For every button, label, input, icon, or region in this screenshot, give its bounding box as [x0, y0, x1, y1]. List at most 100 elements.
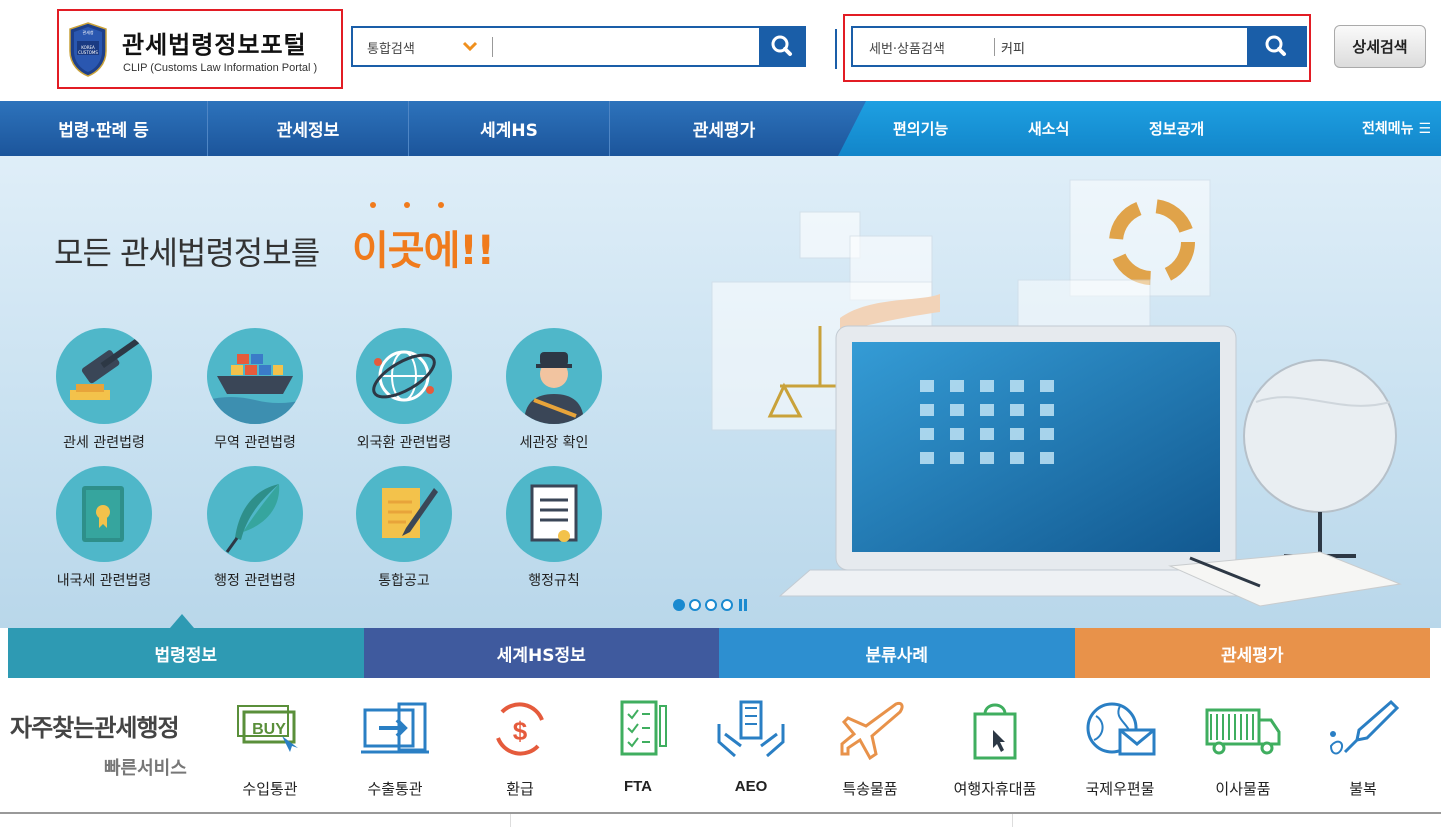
refund-icon: $ [496, 702, 544, 756]
service-forex-law[interactable]: 외국환 관련법령 [334, 328, 474, 452]
quick-label: FTA [623, 778, 653, 795]
laptop-illustration [711, 179, 1402, 607]
search-category-select[interactable]: 통합검색 [367, 38, 415, 57]
nav-sub-convenience[interactable]: 편의기능 [893, 118, 948, 139]
service-label: 세관장 확인 [519, 435, 589, 451]
service-label: 행정규칙 [528, 573, 580, 589]
integrated-search-input[interactable] [499, 36, 754, 58]
quick-import[interactable]: BUY 수입통관 [215, 696, 325, 799]
quick-label: 특송물품 [842, 780, 898, 798]
quick-express-goods[interactable]: 특송물품 [815, 696, 925, 799]
service-domestic-tax-law[interactable]: 내국세 관련법령 [34, 466, 174, 590]
service-label: 행정 관련법령 [214, 573, 296, 589]
nav-sub: 편의기능 새소식 정보공개 전체메뉴 ☰ [838, 101, 1441, 156]
notice-document-icon [356, 466, 452, 562]
quick-appeal[interactable]: 불복 [1308, 696, 1418, 799]
svg-text:관세청: 관세청 [82, 29, 93, 35]
service-customs-law[interactable]: 관세 관련법령 [34, 328, 174, 452]
quick-label: 국제우편물 [1085, 780, 1155, 798]
page: KOREA CUSTOMS 관세청 관세법령정보포털 CLIP (Customs… [0, 0, 1441, 827]
buy-icon: BUY [237, 705, 298, 752]
nav-sub-news[interactable]: 새소식 [1028, 118, 1069, 139]
service-label: 외국환 관련법령 [356, 435, 452, 451]
carousel-dot-1[interactable] [673, 599, 685, 611]
search-icon [771, 35, 792, 56]
service-label: 관세 관련법령 [63, 435, 145, 451]
hero-banner: 모든 관세법령정보를 이곳에!! 관세 관련법령 무역 관련법령 외국환 관련법… [0, 156, 1441, 628]
customs-emblem-icon: KOREA CUSTOMS 관세청 [69, 22, 107, 77]
service-label: 통합공고 [378, 573, 430, 589]
nav-item-valuation[interactable]: 관세평가 [610, 101, 838, 156]
svg-text:$: $ [513, 716, 528, 746]
header: KOREA CUSTOMS 관세청 관세법령정보포털 CLIP (Customs… [0, 0, 1441, 101]
shopping-bag-icon [973, 703, 1017, 760]
tab-law-info[interactable]: 법령정보 [8, 628, 364, 678]
nav-item-customs-info[interactable]: 관세정보 [208, 101, 409, 156]
quick-services: 자주찾는관세행정 빠른서비스 BUY 수입통관 수출통관 $ 환급 FTA AE… [0, 678, 1441, 813]
quick-intl-mail[interactable]: 국제우편물 [1065, 696, 1175, 799]
nav-item-world-hs[interactable]: 세계HS [409, 101, 610, 156]
service-label: 내국세 관련법령 [56, 573, 152, 589]
detail-search-button[interactable]: 상세검색 [1334, 25, 1426, 68]
quick-moving-goods[interactable]: 이사물품 [1188, 696, 1298, 799]
separator [994, 38, 995, 56]
rule-certificate-icon [506, 466, 602, 562]
truck-icon [1205, 708, 1281, 755]
service-admin-law[interactable]: 행정 관련법령 [185, 466, 325, 590]
chevron-down-icon[interactable] [461, 37, 479, 55]
service-integrated-notice[interactable]: 통합공고 [334, 466, 474, 590]
globe-exchange-icon [356, 328, 452, 424]
carousel-dot-3[interactable] [705, 599, 717, 611]
service-admin-rules[interactable]: 행정규칙 [484, 466, 624, 590]
quick-label: 여행자휴대품 [953, 780, 1037, 798]
service-trade-law[interactable]: 무역 관련법령 [185, 328, 325, 452]
quick-label: AEO [734, 778, 768, 795]
quick-label: 불복 [1349, 780, 1377, 798]
search-icon [1265, 35, 1286, 56]
quick-refund[interactable]: $ 환급 [465, 696, 575, 799]
airplane-icon [840, 702, 904, 761]
active-tab-pointer [170, 614, 194, 628]
gavel-icon [56, 328, 152, 424]
carousel-dot-4[interactable] [721, 599, 733, 611]
quick-export[interactable]: 수출통관 [340, 696, 450, 799]
hs-search-input[interactable] [1001, 36, 1241, 58]
svg-text:BUY: BUY [252, 721, 286, 738]
quick-subtitle: 빠른서비스 [104, 758, 187, 779]
hs-search-button[interactable] [1247, 26, 1307, 67]
all-menu-button[interactable]: 전체메뉴 ☰ [1362, 118, 1431, 138]
tab-valuation[interactable]: 관세평가 [1074, 628, 1430, 678]
service-customs-check[interactable]: 세관장 확인 [484, 328, 624, 452]
hero-accent: 이곳에!! [352, 228, 495, 274]
quick-fta[interactable]: FTA [583, 696, 693, 795]
emphasis-dots [370, 202, 444, 208]
nav-sub-disclosure[interactable]: 정보공개 [1149, 118, 1204, 139]
divider-tick [510, 814, 511, 827]
logo[interactable]: KOREA CUSTOMS 관세청 관세법령정보포털 CLIP (Customs… [57, 9, 343, 89]
global-mail-icon [1086, 702, 1156, 756]
integrated-search-bar: 통합검색 [351, 26, 806, 67]
quick-traveler-goods[interactable]: 여행자휴대품 [940, 696, 1050, 799]
separator [492, 37, 493, 57]
category-tabs: 법령정보 세계HS정보 분류사례 관세평가 [8, 628, 1430, 678]
all-menu-label: 전체메뉴 [1362, 121, 1414, 137]
hs-search-category[interactable]: 세번·상품검색 [869, 38, 945, 57]
logo-title: 관세법령정보포털 [122, 31, 307, 59]
quick-title: 자주찾는관세행정 [10, 714, 180, 742]
service-label: 무역 관련법령 [214, 435, 296, 451]
hs-product-search-bar: 세번·상품검색 [851, 26, 1307, 67]
hero-title: 모든 관세법령정보를 [54, 234, 320, 272]
quick-label: 수입통관 [242, 780, 298, 798]
tab-classification[interactable]: 분류사례 [719, 628, 1075, 678]
nav-item-laws[interactable]: 법령·판례 등 [0, 101, 208, 156]
checklist-icon [620, 700, 667, 756]
pause-icon[interactable] [739, 599, 747, 611]
nav-main: 법령·판례 등 관세정보 세계HS 관세평가 [0, 101, 838, 156]
tab-world-hs[interactable]: 세계HS정보 [363, 628, 719, 678]
carousel-dot-2[interactable] [689, 599, 701, 611]
quick-aeo[interactable]: AEO [696, 696, 806, 795]
header-divider [835, 29, 837, 69]
building-hands-icon [717, 700, 785, 758]
quick-label: 수출통관 [367, 780, 423, 798]
integrated-search-button[interactable] [759, 26, 806, 67]
